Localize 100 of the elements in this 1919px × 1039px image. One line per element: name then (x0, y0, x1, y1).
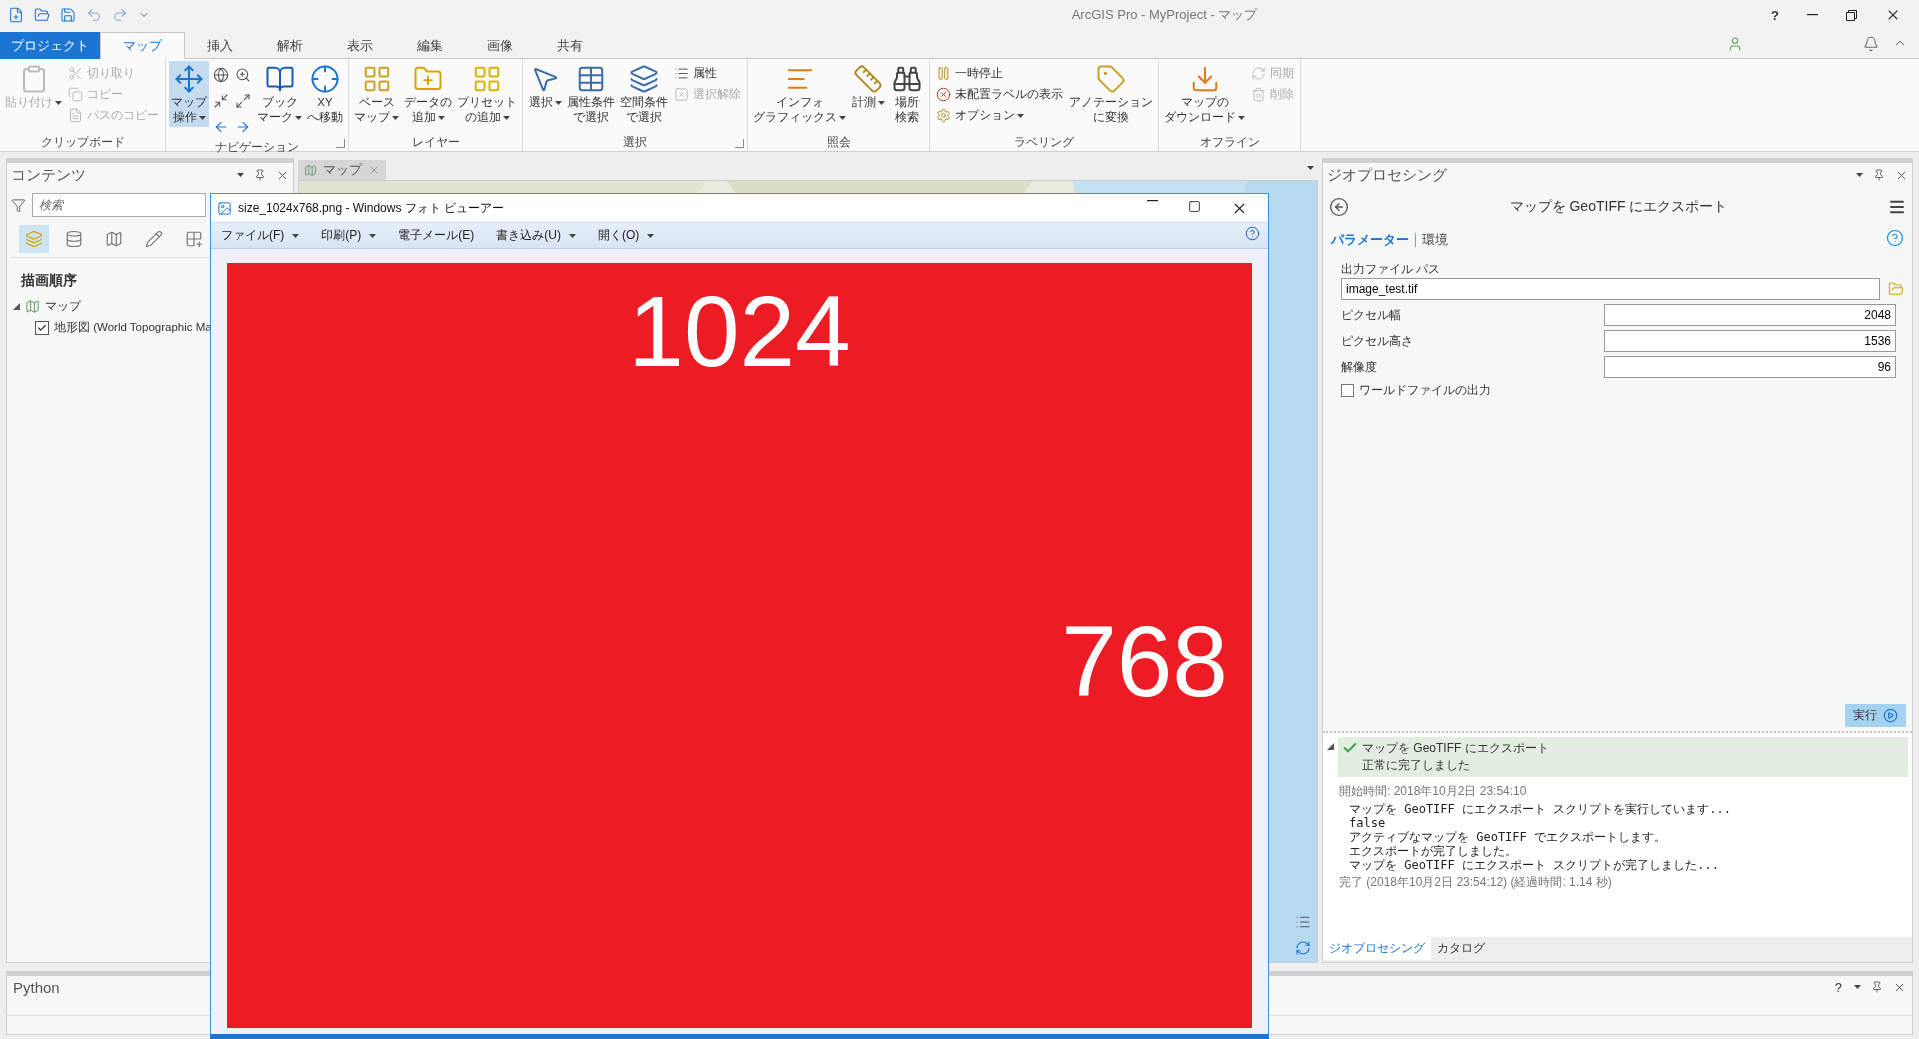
checkmark-icon (37, 322, 47, 333)
folder-icon (1888, 281, 1904, 297)
list-icon (1295, 914, 1311, 930)
checkbox[interactable] (35, 320, 49, 335)
tool-title: マップを GeoTIFF にエクスポート (1508, 198, 1729, 216)
tag-icon (1096, 64, 1126, 94)
checkbox[interactable] (1341, 384, 1354, 397)
map-tab[interactable]: マップ (298, 160, 386, 180)
back-icon (213, 119, 229, 135)
ribbon-tab[interactable]: 解析 (255, 32, 325, 59)
help-button[interactable]: ? (1834, 979, 1842, 995)
table-icon (576, 64, 606, 94)
menu-item[interactable]: 印刷(P) (319, 227, 379, 244)
map-icon (304, 163, 317, 177)
checkbox-label[interactable]: ワールドファイルの出力 (1359, 382, 1491, 399)
run-button[interactable]: 実行 (1845, 704, 1906, 727)
menu-item[interactable]: 開く(O) (596, 227, 657, 244)
number-field[interactable]: 96 (1604, 356, 1896, 378)
ribbon-tab[interactable]: プロジェクト (0, 32, 100, 59)
caret-icon (1238, 115, 1245, 120)
ribbon-button[interactable]: ベース マップ (352, 61, 401, 127)
ribbon-button[interactable]: マップの ダウンロード (1162, 61, 1247, 127)
log-line: マップを GeoTIFF にエクスポート スクリプトが完了しました... (1348, 858, 1720, 872)
ribbon-button[interactable]: 空間条件 で選択 (618, 61, 670, 127)
ribbon-tab[interactable]: 挿入 (185, 32, 255, 59)
ribbon-button[interactable]: 属性条件 で選択 (565, 61, 617, 127)
tool-button[interactable] (211, 65, 231, 85)
help-icon (1245, 226, 1260, 241)
ribbon-tab[interactable]: 共有 (535, 32, 605, 59)
pane-title: Python (13, 978, 61, 996)
launcher-icon[interactable] (336, 139, 345, 148)
pane-tab[interactable]: ジオプロセシング (1323, 937, 1431, 960)
clear-icon (674, 87, 689, 102)
help-button[interactable]: ? (1771, 7, 1779, 23)
launcher-icon[interactable] (735, 139, 744, 148)
number-field[interactable]: 2048 (1604, 304, 1896, 326)
bell-icon (1863, 36, 1879, 52)
caret-icon (502, 115, 510, 120)
log-line: false (1348, 816, 1387, 830)
message-status: 正常に完了しました (1362, 757, 1471, 774)
field-label: ピクセル高さ (1341, 332, 1413, 350)
ribbon-button[interactable]: アノテーション に変換 (1067, 61, 1155, 127)
caret-icon (198, 115, 206, 120)
pane-tab[interactable]: カタログ (1431, 937, 1491, 960)
ribbon-button[interactable]: 場所 検索 (888, 61, 926, 127)
restore-icon[interactable] (1846, 9, 1857, 21)
full-extent-icon (235, 93, 251, 109)
save-icon (60, 7, 76, 23)
ribbon-tab[interactable]: 画像 (465, 32, 535, 59)
ribbon-button[interactable]: ブック マーク (255, 61, 304, 127)
layer-label[interactable]: マップ (45, 299, 81, 314)
menu-item[interactable]: 電子メール(E) (396, 227, 477, 244)
menu-item[interactable]: ファイル(F) (219, 227, 302, 244)
refresh-icon (1251, 66, 1266, 81)
search-field[interactable]: 検索 (32, 193, 206, 217)
ribbon-button[interactable]: 計測 (849, 61, 887, 112)
globe-icon (213, 67, 229, 83)
ribbon-button[interactable]: 未配置ラベルの表示 (933, 85, 1066, 104)
tab[interactable]: 環境 (1422, 231, 1448, 249)
log-line: エクスポートが完了しました。 (1348, 844, 1518, 858)
ribbon-button[interactable]: 一時停止 (933, 64, 1066, 83)
log-text: 開始時間: 2018年10月2日 23:54:10 (1338, 783, 1528, 800)
caret-icon (437, 115, 445, 120)
window-title: size_1024x768.png - Windows フォト ビューアー (238, 199, 506, 217)
ribbon-button[interactable]: マップ 操作 (169, 61, 209, 127)
pane-title: ジオプロセシング (1327, 165, 1448, 185)
ribbon-tab[interactable]: マップ (100, 32, 185, 59)
tab[interactable]: パラメーター (1331, 231, 1409, 249)
group-label: クリップボード (39, 134, 126, 151)
pencil-icon (145, 230, 163, 248)
help-icon (1886, 229, 1904, 247)
ribbon-tab[interactable]: 表示 (325, 32, 395, 59)
ribbon-button[interactable]: データの 追加 (402, 61, 454, 127)
ribbon-tab[interactable]: 編集 (395, 32, 465, 59)
image-icon (217, 200, 232, 216)
minimize-icon[interactable] (1807, 14, 1818, 16)
back-icon (1329, 197, 1349, 217)
message-title: マップを GeoTIFF にエクスポート (1362, 740, 1549, 757)
caret-icon (1017, 113, 1024, 118)
expander-icon[interactable] (1327, 743, 1334, 750)
image-number: 768 (1061, 611, 1228, 711)
crosshair-icon (310, 64, 340, 94)
ribbon-button[interactable]: 属性 (671, 64, 744, 83)
ribbon-button[interactable]: プリセット の追加 (455, 61, 519, 127)
ribbon-button[interactable]: インフォ グラフィックス (751, 61, 848, 127)
ribbon-button[interactable]: XY へ移動 (305, 61, 345, 127)
path-field[interactable]: image_test.tif (1341, 278, 1880, 300)
ribbon-button[interactable]: オプション (933, 106, 1066, 125)
section-heading: 描画順序 (20, 271, 78, 290)
number-field[interactable]: 1536 (1604, 330, 1896, 352)
menu-item[interactable]: 書き込み(U) (494, 227, 578, 244)
caret-icon (295, 115, 302, 120)
caret-icon (839, 115, 846, 120)
forward-icon (235, 119, 251, 135)
database-icon (65, 230, 83, 248)
tool-button[interactable] (233, 91, 253, 111)
expander-icon[interactable] (13, 303, 20, 310)
ribbon-button[interactable]: 選択 (526, 61, 564, 112)
minimize-icon[interactable] (1147, 199, 1158, 202)
caret-icon (55, 100, 62, 105)
